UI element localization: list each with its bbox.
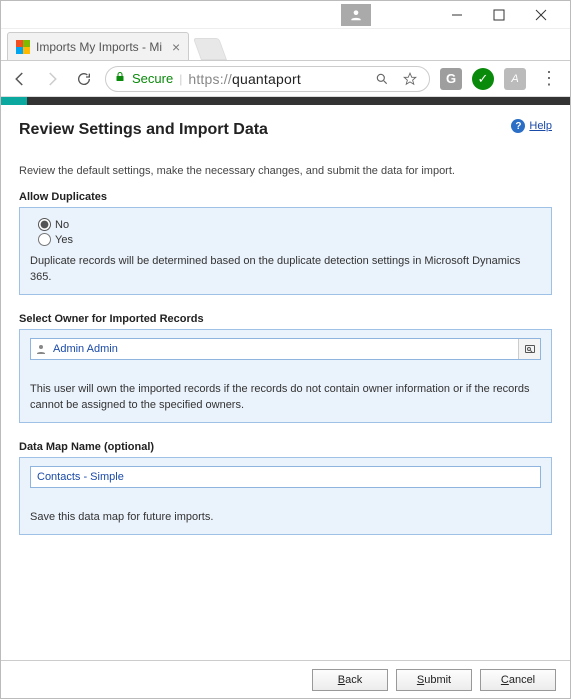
lookup-icon[interactable] <box>518 339 540 359</box>
tab-title: Imports My Imports - Mi <box>36 40 162 54</box>
radio-yes-input[interactable] <box>38 233 51 246</box>
wizard-footer: Back Submit Cancel <box>1 660 570 698</box>
help-label: Help <box>529 120 552 132</box>
help-icon: ? <box>511 119 525 133</box>
ms-favicon <box>16 40 30 54</box>
extension-pdf-icon[interactable]: A <box>504 68 526 90</box>
submit-button[interactable]: Submit <box>396 669 472 691</box>
maximize-button[interactable] <box>478 1 520 29</box>
radio-yes[interactable]: Yes <box>38 233 541 246</box>
back-wizard-button[interactable]: Back <box>312 669 388 691</box>
star-icon[interactable] <box>399 68 421 90</box>
radio-no-input[interactable] <box>38 218 51 231</box>
account-icon[interactable] <box>341 4 371 26</box>
close-window-button[interactable] <box>520 1 562 29</box>
browser-menu-icon[interactable]: ⋮ <box>536 68 562 89</box>
back-button[interactable] <box>9 68 31 90</box>
owner-lookup-field[interactable]: Admin Admin <box>30 338 541 360</box>
datamap-panel: Save this data map for future imports. <box>19 457 552 535</box>
minimize-button[interactable] <box>436 1 478 29</box>
browser-tab[interactable]: Imports My Imports - Mi × <box>7 32 189 60</box>
datamap-input[interactable] <box>30 466 541 488</box>
page-title: Review Settings and Import Data <box>19 121 552 139</box>
owner-value: Admin Admin <box>51 343 518 355</box>
close-tab-icon[interactable]: × <box>172 39 180 55</box>
app-header-bar <box>1 97 570 105</box>
duplicates-label: Allow Duplicates <box>19 191 552 203</box>
duplicates-panel: No Yes Duplicate records will be determi… <box>19 207 552 295</box>
browser-toolbar: Secure | https://quantaport G ✓ A ⋮ <box>1 61 570 97</box>
lock-icon <box>114 71 126 86</box>
new-tab-button[interactable] <box>193 38 227 60</box>
zoom-icon[interactable] <box>371 68 393 90</box>
url-text: https://quantaport <box>188 71 301 87</box>
cancel-button[interactable]: Cancel <box>480 669 556 691</box>
owner-hint: This user will own the imported records … <box>30 382 541 414</box>
help-link[interactable]: ? Help <box>511 119 552 133</box>
window-titlebar <box>1 1 570 29</box>
extension-g-icon[interactable]: G <box>440 68 462 90</box>
page-content: ? Help Review Settings and Import Data R… <box>1 107 570 658</box>
radio-no[interactable]: No <box>38 218 541 231</box>
owner-label: Select Owner for Imported Records <box>19 313 552 325</box>
reload-button[interactable] <box>73 68 95 90</box>
intro-text: Review the default settings, make the ne… <box>19 165 552 177</box>
datamap-label: Data Map Name (optional) <box>19 441 552 453</box>
forward-button <box>41 68 63 90</box>
duplicates-hint: Duplicate records will be determined bas… <box>30 254 541 286</box>
address-bar[interactable]: Secure | https://quantaport <box>105 66 430 92</box>
browser-tabstrip: Imports My Imports - Mi × <box>1 29 570 61</box>
person-icon <box>31 343 51 355</box>
extension-check-icon[interactable]: ✓ <box>472 68 494 90</box>
owner-panel: Admin Admin This user will own the impor… <box>19 329 552 423</box>
divider: | <box>179 72 182 86</box>
secure-label: Secure <box>132 71 173 86</box>
datamap-hint: Save this data map for future imports. <box>30 510 541 526</box>
